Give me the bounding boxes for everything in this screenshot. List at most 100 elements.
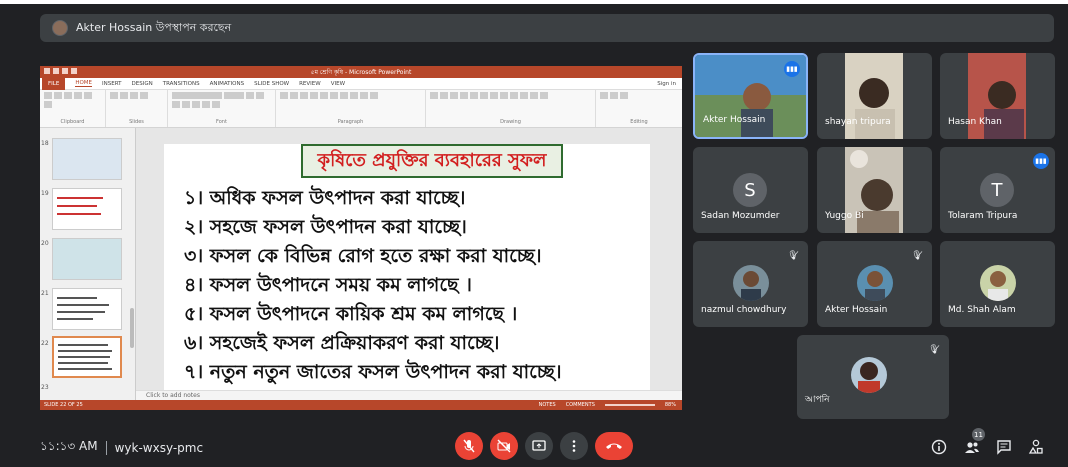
presenter-text: Akter Hossain উপস্থাপন করছেন (76, 20, 232, 34)
slide-canvas[interactable]: কৃষিতে প্রযুক্তির ব্যবহারের সুফল ১। অধিক… (164, 144, 650, 390)
group-label: Clipboard (60, 119, 85, 125)
meeting-info: ১১:১৩ AM wyk-wxsy-pmc (40, 438, 203, 458)
slide-item: ৪। ফসল উৎপাদনে সময় কম লাগছে । (184, 274, 472, 296)
group-label: Editing (630, 119, 648, 125)
slide-item: ৩। ফসল কে বিভিন্ন রোগ হতে রক্ষা করা যাচ্… (184, 245, 542, 267)
participant-tile[interactable]: Hasan Khan (940, 53, 1055, 139)
participant-name: Hasan Khan (948, 117, 1002, 127)
people-count-badge: 11 (972, 428, 985, 441)
participant-tile[interactable]: Md. Shah Alam (940, 241, 1055, 327)
thumbnail-scrollbar[interactable] (130, 308, 134, 348)
meeting-code[interactable]: wyk-wxsy-pmc (115, 441, 204, 455)
presenter-banner[interactable]: Akter Hossain উপস্থাপন করছেন (40, 14, 1054, 42)
notes-button[interactable]: NOTES (539, 402, 556, 408)
thumb-number: 18 (41, 140, 49, 147)
tab-review[interactable]: REVIEW (299, 81, 321, 87)
powerpoint-titlebar: ৫ম শ্রেণি কৃষি - Microsoft PowerPoint (40, 66, 682, 78)
ribbon: Clipboard Slides Font Paragraph Drawing … (40, 90, 682, 128)
slide-counter: SLIDE 22 OF 25 (44, 402, 83, 408)
thumb-number: 19 (41, 190, 49, 197)
zoom-level[interactable]: 88% (665, 402, 676, 408)
group-label: Drawing (500, 119, 521, 125)
participant-tile[interactable]: T ▮▮▮ Tolaram Tripura (940, 147, 1055, 233)
mic-off-icon: 🎙︎̸ (787, 251, 799, 261)
mic-off-icon: 🎙︎̸ (928, 345, 940, 355)
chat-button[interactable] (995, 438, 1013, 456)
presenter-avatar (52, 20, 68, 36)
slide-item: ১। অধিক ফসল উৎপাদন করা যাচ্ছে। (184, 187, 466, 209)
participant-tile[interactable]: Yuggo Bi (817, 147, 932, 233)
slide-thumbnail[interactable] (52, 138, 122, 180)
slide-thumbnails: 18 19 20 21 22 23 (40, 128, 136, 400)
tab-view[interactable]: VIEW (331, 81, 345, 87)
divider (105, 441, 107, 455)
mic-toggle-button[interactable] (455, 432, 483, 460)
comments-button[interactable]: COMMENTS (566, 402, 595, 408)
avatar (733, 265, 769, 301)
tab-insert[interactable]: INSERT (102, 81, 121, 87)
participant-name: Yuggo Bi (825, 211, 864, 221)
participant-name: আপনি (805, 395, 830, 405)
ribbon-group-drawing: Drawing (426, 90, 596, 127)
participant-name: Akter Hossain (825, 305, 888, 315)
zoom-slider[interactable] (604, 404, 655, 406)
sign-in-link[interactable]: Sign in (657, 81, 676, 87)
mic-off-icon: 🎙︎̸ (911, 251, 923, 261)
avatar (980, 265, 1016, 301)
clock: ১১:১৩ AM (40, 439, 98, 453)
participant-tile[interactable]: 🎙︎̸ nazmul chowdhury (693, 241, 808, 327)
tab-file[interactable]: FILE (42, 77, 66, 90)
ribbon-group-editing: Editing (596, 90, 682, 127)
participant-name: Akter Hossain (703, 115, 766, 125)
tab-slide-show[interactable]: SLIDE SHOW (254, 81, 289, 87)
speaking-icon: ▮▮▮ (1033, 153, 1049, 169)
participant-name: nazmul chowdhury (701, 305, 787, 315)
people-icon (965, 442, 979, 453)
slide-item: ২। সহজে ফসল উৎপাদন করা যাচ্ছে। (184, 216, 467, 238)
leave-call-button[interactable] (595, 432, 633, 460)
more-options-button[interactable] (560, 432, 588, 460)
avatar-letter: T (980, 173, 1014, 207)
participant-name: Sadan Mozumder (701, 211, 780, 221)
slide-thumbnail[interactable] (52, 288, 122, 330)
status-bar: SLIDE 22 OF 25 NOTES COMMENTS 88% (40, 400, 682, 410)
meeting-details-button[interactable] (930, 438, 948, 456)
editor-area: 18 19 20 21 22 23 কৃষিতে প্রযুক্তির ব্যব… (40, 128, 682, 400)
notes-pane[interactable]: Click to add notes (136, 390, 682, 400)
thumb-number: 20 (41, 240, 49, 247)
tab-design[interactable]: DESIGN (132, 81, 153, 87)
activities-icon (1028, 439, 1043, 454)
slide-item: ৫। ফসল উৎপাদনে কায়িক শ্রম কম লাগছে । (184, 303, 518, 325)
tab-transitions[interactable]: TRANSITIONS (163, 81, 200, 87)
camera-off-icon (497, 439, 511, 453)
self-tile[interactable]: 🎙︎̸ আপনি (797, 335, 949, 419)
slide-item: ৬। সহজেই ফসল প্রক্রিয়াকরণ করা যাচ্ছে। (184, 332, 500, 354)
activities-button[interactable] (1027, 438, 1045, 456)
quick-access-toolbar[interactable] (44, 68, 77, 74)
thumb-number: 21 (41, 290, 49, 297)
slide-thumbnail[interactable] (52, 188, 122, 230)
avatar-letter: S (733, 173, 767, 207)
participant-tile[interactable]: S Sadan Mozumder (693, 147, 808, 233)
present-button[interactable] (525, 432, 553, 460)
tab-home[interactable]: HOME (75, 80, 93, 87)
participant-tile[interactable]: ▮▮▮ Akter Hossain (693, 53, 808, 139)
participant-tile[interactable]: 🎙︎̸ Akter Hossain (817, 241, 932, 327)
present-screen-icon (532, 440, 546, 451)
thumb-number: 23 (41, 384, 49, 391)
avatar (851, 357, 887, 393)
group-label: Paragraph (337, 119, 364, 125)
chat-icon (997, 440, 1011, 455)
slide-bullets: ১। অধিক ফসল উৎপাদন করা যাচ্ছে। ২। সহজে ফ… (184, 184, 562, 387)
meet-window: Akter Hossain উপস্থাপন করছেন ৫ম শ্রেণি ক… (0, 0, 1068, 467)
slide-thumbnail[interactable] (52, 238, 122, 280)
window-title: ৫ম শ্রেণি কৃষি - Microsoft PowerPoint (310, 68, 412, 76)
avatar (857, 265, 893, 301)
ribbon-group-slides: Slides (106, 90, 168, 127)
tab-animations[interactable]: ANIMATIONS (210, 81, 245, 87)
participant-name: Tolaram Tripura (948, 211, 1018, 221)
camera-toggle-button[interactable] (490, 432, 518, 460)
slide-thumbnail-selected[interactable] (52, 336, 122, 378)
speaking-icon: ▮▮▮ (784, 61, 800, 77)
participant-tile[interactable]: shayan tripura (817, 53, 932, 139)
